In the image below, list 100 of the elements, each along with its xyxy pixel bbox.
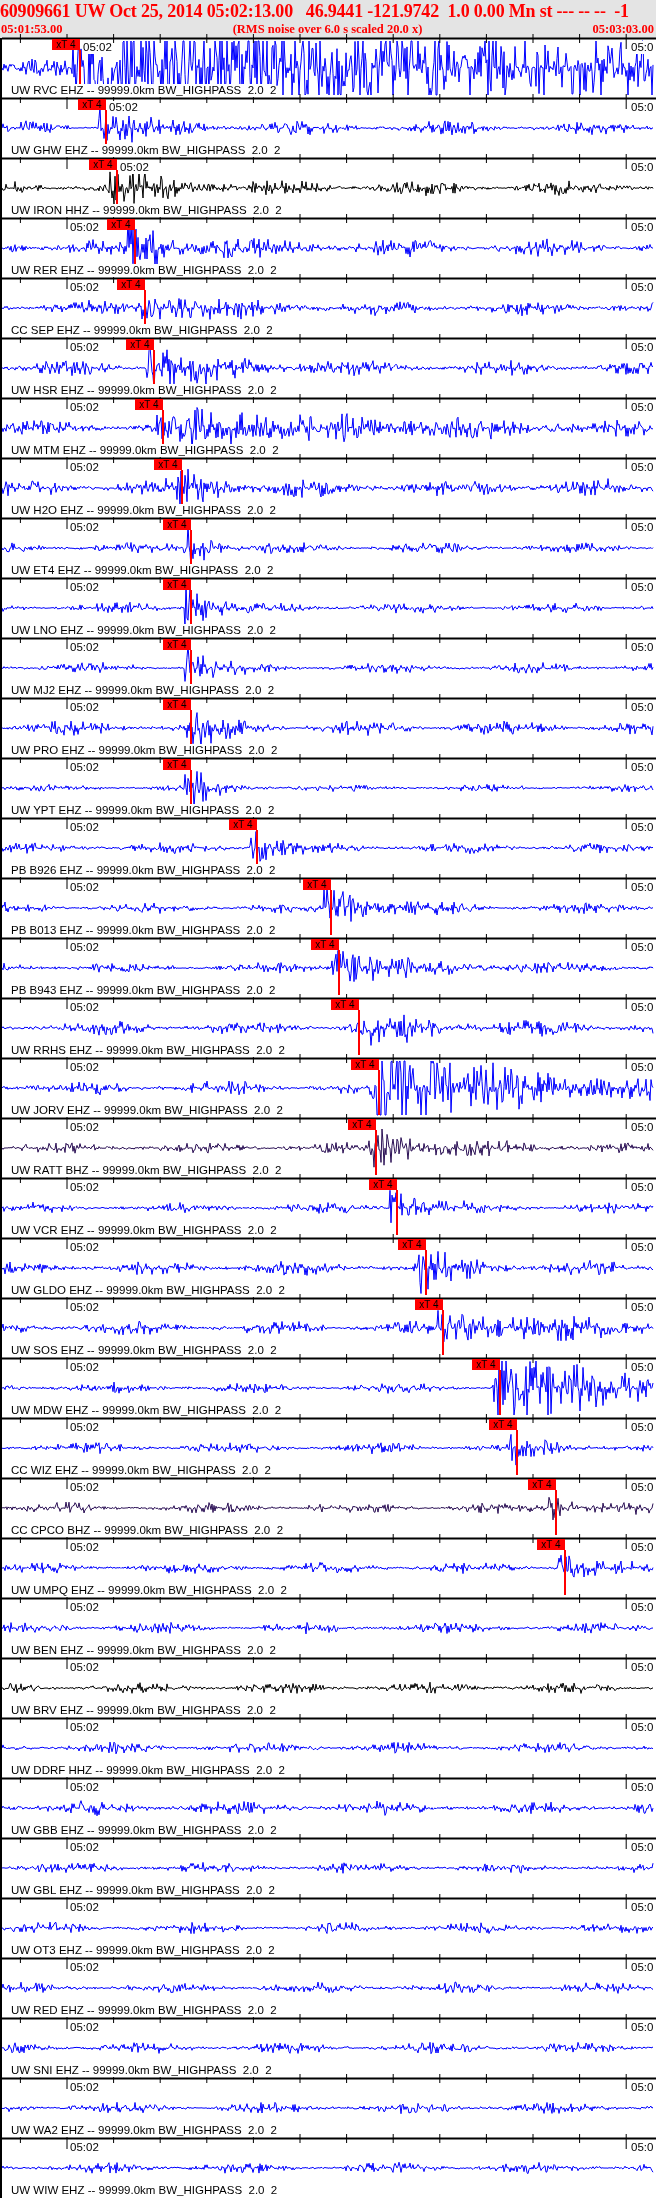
- pick-label: xT 4: [398, 1239, 426, 1250]
- station-label: UW RED EHZ -- 99999.0km BW_HIGHPASS 2.0 2: [11, 2004, 277, 2017]
- time-label: 05:0: [631, 281, 654, 294]
- time-label: 05:0: [631, 221, 654, 234]
- time-label: 05:0: [631, 1661, 654, 1674]
- pick-line: [396, 1190, 398, 1235]
- station-label: PB B926 EHZ -- 99999.0km BW_HIGHPASS 2.0 2: [11, 864, 276, 877]
- time-label: 05:02: [70, 1841, 99, 1854]
- time-label: 05:0: [631, 941, 654, 954]
- time-label: 05:02: [70, 1481, 99, 1494]
- time-label: 05:02: [70, 1601, 99, 1614]
- station-label: UW RRHS EHZ -- 99999.0km BW_HIGHPASS 2.0 2: [11, 1044, 285, 1057]
- time-label: 05:02: [109, 101, 138, 114]
- time-label: 05:0: [631, 1841, 654, 1854]
- station-label: UW YPT EHZ -- 99999.0km BW_HIGHPASS 2.0 2: [11, 804, 275, 817]
- time-label: 05:0: [631, 641, 654, 654]
- time-label: 05:0: [631, 161, 654, 174]
- pick-label: xT 4: [351, 1059, 379, 1070]
- time-label: 05:0: [631, 581, 654, 594]
- pick-label: xT 4: [163, 759, 191, 770]
- station-label: UW MJ2 EHZ -- 99999.0km BW_HIGHPASS 2.0 2: [11, 684, 275, 697]
- time-label: 05:02: [70, 2081, 99, 2094]
- pick-label: xT 4: [369, 1179, 397, 1190]
- time-label: 05:02: [70, 701, 99, 714]
- station-label: PB B943 EHZ -- 99999.0km BW_HIGHPASS 2.0 2: [11, 984, 276, 997]
- pick-line: [516, 1430, 518, 1475]
- time-label: 05:0: [631, 1481, 654, 1494]
- station-label: UW GBB EHZ -- 99999.0km BW_HIGHPASS 2.0 2: [11, 1824, 277, 1837]
- station-label: UW SOS EHZ -- 99999.0km BW_HIGHPASS 2.0 2: [11, 1344, 277, 1357]
- time-label: 05:02: [70, 1241, 99, 1254]
- time-label: 05:02: [70, 1421, 99, 1434]
- time-label: 05:02: [70, 1121, 99, 1134]
- pick-line: [375, 1130, 377, 1175]
- station-label: UW ET4 EHZ -- 99999.0km BW_HIGHPASS 2.0 2: [11, 564, 274, 577]
- station-label: UW BEN EHZ -- 99999.0km BW_HIGHPASS 2.0 2: [11, 1644, 276, 1657]
- pick-label: xT 4: [163, 579, 191, 590]
- time-label: 05:0: [631, 101, 654, 114]
- time-label: 05:02: [70, 821, 99, 834]
- pick-label: xT 4: [331, 999, 359, 1010]
- time-label: 05:02: [70, 761, 99, 774]
- pick-label: xT 4: [537, 1539, 565, 1550]
- pick-line: [564, 1550, 566, 1595]
- pick-line: [425, 1250, 427, 1295]
- time-label: 05:02: [70, 1361, 99, 1374]
- time-label: 05:02: [70, 461, 99, 474]
- time-label: 05:02: [70, 401, 99, 414]
- time-label: 05:0: [631, 401, 654, 414]
- end-time: 05:03:03.00: [592, 22, 654, 37]
- station-label: UW HSR EHZ -- 99999.0km BW_HIGHPASS 2.0 2: [11, 384, 277, 397]
- time-label: 05:02: [70, 2141, 99, 2154]
- pick-line: [338, 950, 340, 995]
- pick-label: xT 4: [52, 39, 80, 50]
- time-label: 05:02: [70, 1661, 99, 1674]
- time-label: 05:0: [631, 1301, 654, 1314]
- time-label: 05:02: [70, 521, 99, 534]
- time-label: 05:02: [70, 341, 99, 354]
- time-label: 05:0: [631, 2081, 654, 2094]
- time-label: 05:0: [631, 1781, 654, 1794]
- time-label: 05:0: [631, 1121, 654, 1134]
- time-label: 05:02: [120, 161, 149, 174]
- pick-label: xT 4: [163, 639, 191, 650]
- station-label: UW GHW EHZ -- 99999.0km BW_HIGHPASS 2.0 2: [11, 144, 281, 157]
- station-label: UW JORV EHZ -- 99999.0km BW_HIGHPASS 2.0 2: [11, 1104, 283, 1117]
- noise-note: (RMS noise over 6.0 s scaled 20.0 x): [232, 22, 423, 37]
- station-label: UW GLDO EHZ -- 99999.0km BW_HIGHPASS 2.0 2: [11, 1284, 285, 1297]
- pick-label: xT 4: [163, 699, 191, 710]
- pick-label: xT 4: [154, 459, 182, 470]
- station-label: UW LNO EHZ -- 99999.0km BW_HIGHPASS 2.0 2: [11, 624, 276, 637]
- station-label: UW WIW EHZ -- 99999.0km BW_HIGHPASS 2.0 2: [11, 2184, 278, 2197]
- time-label: 05:02: [70, 1721, 99, 1734]
- pick-label: xT 4: [489, 1419, 517, 1430]
- time-label: 05:02: [70, 1001, 99, 1014]
- time-label: 05:0: [631, 2141, 654, 2154]
- station-label: PB B013 EHZ -- 99999.0km BW_HIGHPASS 2.0 2: [11, 924, 276, 937]
- station-label: UW H2O EHZ -- 99999.0km BW_HIGHPASS 2.0 2: [11, 504, 276, 517]
- pick-line: [555, 1490, 557, 1535]
- pick-line: [330, 890, 332, 935]
- time-label: 05:0: [631, 341, 654, 354]
- pick-label: xT 4: [472, 1359, 500, 1370]
- pick-label: xT 4: [78, 99, 106, 110]
- time-label: 05:0: [631, 1601, 654, 1614]
- station-label: UW RVC EHZ -- 99999.0km BW_HIGHPASS 2.0 2: [11, 84, 277, 97]
- time-label: 05:02: [70, 881, 99, 894]
- pick-label: xT 4: [135, 399, 163, 410]
- pick-line: [358, 1010, 360, 1055]
- station-label: UW MTM EHZ -- 99999.0km BW_HIGHPASS 2.0 2: [11, 444, 279, 457]
- pick-label: xT 4: [117, 279, 145, 290]
- time-label: 05:0: [631, 701, 654, 714]
- station-label: UW GBL EHZ -- 99999.0km BW_HIGHPASS 2.0 2: [11, 1884, 275, 1897]
- time-label: 05:0: [631, 1541, 654, 1554]
- station-label: UW SNI EHZ -- 99999.0km BW_HIGHPASS 2.0 2: [11, 2064, 272, 2077]
- time-label: 05:0: [631, 1181, 654, 1194]
- station-label: UW VCR EHZ -- 99999.0km BW_HIGHPASS 2.0 2: [11, 1224, 277, 1237]
- time-label: 05:0: [631, 1001, 654, 1014]
- time-label: 05:02: [70, 581, 99, 594]
- time-label: 05:02: [70, 1781, 99, 1794]
- station-label: UW DDRF HHZ -- 99999.0km BW_HIGHPASS 2.0 2: [11, 1764, 285, 1777]
- pick-label: xT 4: [126, 339, 154, 350]
- pick-label: xT 4: [528, 1479, 556, 1490]
- time-label: 05:02: [70, 221, 99, 234]
